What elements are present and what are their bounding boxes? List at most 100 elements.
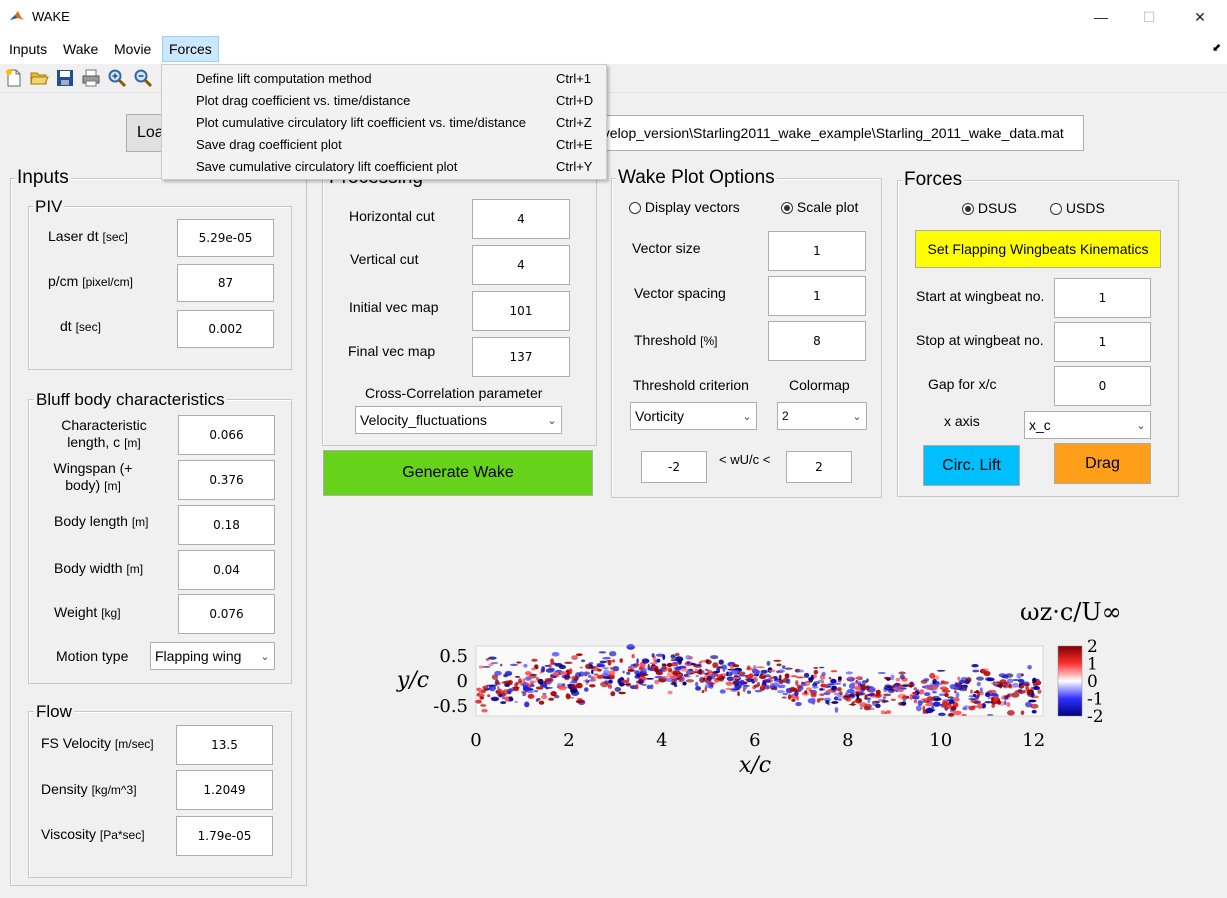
dt-label: dt [sec] — [60, 318, 101, 336]
vortex-cell — [705, 659, 712, 665]
vortex-cell — [508, 696, 513, 701]
print-icon[interactable] — [81, 68, 101, 88]
threshold-criterion-select[interactable]: Vorticity ⌄ — [630, 402, 757, 430]
laser-dt-field[interactable]: 5.29e-05 — [177, 219, 274, 257]
vortex-cell — [716, 674, 724, 679]
vortex-cell — [925, 684, 930, 688]
p-cm-label-text: p/cm — [48, 273, 79, 289]
file-path-field[interactable]: evelop_version\Starling2011_wake_example… — [593, 115, 1084, 151]
colorbar-title: ωz·c/U∞ — [1020, 598, 1122, 626]
horizontal-cut-field[interactable]: 4 — [472, 199, 570, 239]
dsus-radio[interactable]: DSUS — [962, 200, 1017, 217]
vortex-cell — [635, 683, 639, 690]
vortex-cell — [932, 678, 937, 685]
range-max-field[interactable]: 2 — [786, 451, 852, 483]
zoom-in-icon[interactable] — [107, 68, 127, 88]
vortex-cell — [608, 679, 613, 684]
vortex-cell — [771, 682, 780, 687]
final-vec-map-field[interactable]: 137 — [472, 337, 570, 377]
vortex-cell — [941, 681, 950, 685]
vector-size-field[interactable]: 1 — [768, 231, 866, 271]
menu-save-drag-plot[interactable]: Save drag coefficient plot Ctrl+E — [162, 134, 606, 156]
vortex-cell — [596, 674, 605, 679]
generate-wake-button[interactable]: Generate Wake — [323, 450, 593, 496]
wingspan-field[interactable]: 0.376 — [178, 460, 275, 500]
cross-correlation-select[interactable]: Velocity_fluctuations ⌄ — [355, 406, 562, 434]
colormap-value: 2 — [782, 409, 789, 423]
close-button[interactable]: ✕ — [1177, 0, 1223, 34]
vertical-cut-field[interactable]: 4 — [472, 245, 570, 285]
menu-plot-drag[interactable]: Plot drag coefficient vs. time/distance C… — [162, 90, 606, 112]
vortex-cell — [813, 666, 819, 669]
vortex-cell — [704, 672, 709, 675]
vortex-cell — [1006, 702, 1011, 707]
circ-lift-button[interactable]: Circ. Lift — [923, 445, 1020, 486]
range-min-field[interactable]: -2 — [641, 451, 707, 483]
threshold-label-text: Threshold — [634, 332, 697, 348]
body-width-field[interactable]: 0.04 — [178, 550, 275, 590]
viscosity-field[interactable]: 1.79e-05 — [176, 816, 273, 856]
density-field[interactable]: 1.2049 — [176, 770, 273, 810]
vortex-cell — [674, 656, 684, 662]
vortex-cell — [585, 682, 589, 686]
menu-item-shortcut: Ctrl+1 — [556, 71, 592, 86]
colormap-select[interactable]: 2 ⌄ — [777, 402, 867, 430]
vector-spacing-field[interactable]: 1 — [768, 276, 866, 316]
vortex-cell — [804, 690, 808, 694]
set-kinematics-button[interactable]: Set Flapping Wingbeats Kinematics — [915, 230, 1161, 268]
vortex-cell — [680, 667, 689, 672]
vortex-cell — [846, 677, 853, 680]
motion-type-select[interactable]: Flapping wing ⌄ — [150, 642, 275, 670]
start-wingbeat-field[interactable]: 1 — [1054, 278, 1151, 318]
scale-plot-radio[interactable]: Scale plot — [781, 199, 858, 216]
threshold-field[interactable]: 8 — [768, 321, 866, 361]
vortex-cell — [739, 679, 745, 686]
usds-radio[interactable]: USDS — [1050, 200, 1105, 217]
x-axis-select[interactable]: x_c ⌄ — [1024, 411, 1151, 439]
dt-field[interactable]: 0.002 — [177, 310, 274, 348]
menu-plot-cumulative-lift[interactable]: Plot cumulative circulatory lift coeffic… — [162, 112, 606, 134]
range-label: < wU/c < — [719, 452, 771, 467]
vortex-cell — [537, 678, 544, 685]
display-vectors-radio[interactable]: Display vectors — [629, 199, 740, 216]
menu-wake[interactable]: Wake — [57, 36, 104, 62]
menu-save-cumulative-lift-plot[interactable]: Save cumulative circulatory lift coeffic… — [162, 156, 606, 178]
vortex-cell — [868, 707, 875, 711]
minimize-button[interactable]: — — [1078, 0, 1124, 34]
vortex-cell — [954, 690, 957, 694]
stop-wingbeat-field[interactable]: 1 — [1054, 322, 1151, 362]
menu-define-lift-method[interactable]: Define lift computation method Ctrl+1 — [162, 68, 606, 90]
fs-velocity-label: FS Velocity [m/sec] — [41, 735, 154, 753]
vortex-cell — [500, 663, 503, 667]
vortex-cell — [549, 667, 555, 671]
body-length-field[interactable]: 0.18 — [178, 505, 275, 545]
vortex-cell — [759, 675, 767, 679]
vortex-cell — [1009, 686, 1014, 689]
zoom-out-icon[interactable] — [133, 68, 153, 88]
weight-field[interactable]: 0.076 — [178, 594, 275, 634]
char-length-field[interactable]: 0.066 — [178, 415, 275, 455]
vortex-cell — [695, 675, 699, 677]
new-file-icon[interactable] — [4, 68, 24, 88]
gap-field[interactable]: 0 — [1054, 366, 1151, 406]
vortex-cell — [746, 665, 751, 670]
drag-button[interactable]: Drag — [1054, 443, 1151, 484]
toolbar-dock-arrow-icon[interactable]: ⬋ — [1212, 41, 1221, 54]
menu-forces[interactable]: Forces — [162, 36, 219, 62]
piv-panel-title: PIV — [33, 197, 65, 217]
menu-inputs[interactable]: Inputs — [3, 36, 53, 62]
open-folder-icon[interactable] — [29, 68, 49, 88]
vortex-cell — [684, 675, 691, 678]
vortex-cell — [719, 689, 726, 694]
p-cm-field[interactable]: 87 — [177, 264, 274, 302]
start-wingbeat-label: Start at wingbeat no. — [916, 288, 1045, 304]
vortex-cell — [763, 685, 771, 690]
vortex-cell — [998, 673, 1007, 678]
save-icon[interactable] — [55, 68, 75, 88]
maximize-button[interactable]: ☐ — [1126, 0, 1172, 34]
initial-vec-map-field[interactable]: 101 — [472, 291, 570, 331]
vortex-cell — [860, 689, 864, 693]
fs-velocity-field[interactable]: 13.5 — [176, 725, 273, 765]
vortex-cell — [746, 690, 752, 694]
menu-movie[interactable]: Movie — [108, 36, 157, 62]
